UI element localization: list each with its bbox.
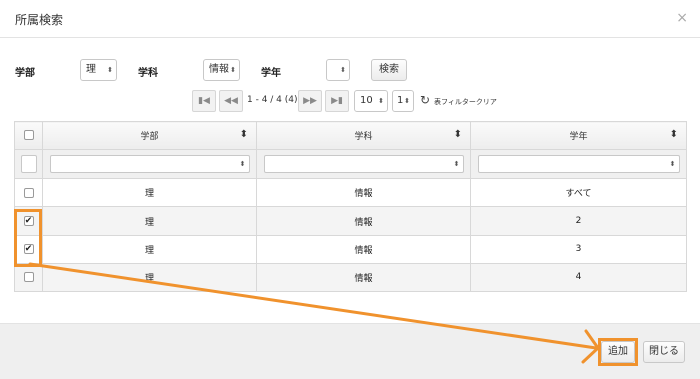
faculty-select[interactable]: 理 ⬍ bbox=[80, 59, 117, 81]
chevron-updown-icon: ⬍ bbox=[230, 66, 236, 74]
department-select-value: 情報 bbox=[209, 64, 229, 75]
chevron-updown-icon: ⬍ bbox=[453, 160, 460, 169]
search-dialog: 所属検索 × 学部 理 ⬍ 学科 情報 ⬍ 学年 ⬍ 検索 ▮◀ ◀◀ 1 - … bbox=[0, 0, 700, 379]
year-cell: すべて bbox=[470, 178, 687, 208]
select-all-cell bbox=[14, 120, 43, 151]
filter-cell: ⬍ bbox=[42, 149, 257, 180]
department-filter-select[interactable]: ⬍ bbox=[263, 155, 464, 174]
row-checkbox-checked[interactable]: ✔ bbox=[23, 215, 34, 226]
close-icon[interactable]: × bbox=[676, 11, 688, 25]
faculty-select-value: 理 bbox=[86, 64, 96, 75]
column-header-label: 学科 bbox=[354, 132, 373, 143]
dialog-footer bbox=[0, 323, 700, 379]
department-select[interactable]: 情報 ⬍ bbox=[203, 59, 240, 81]
row-select-cell: ✔ bbox=[14, 234, 43, 264]
page-size-value: 10 bbox=[360, 95, 373, 106]
table-row[interactable]: ✔ 理 情報 2 bbox=[14, 206, 687, 236]
faculty-label: 学部 bbox=[15, 68, 35, 79]
chevron-updown-icon: ⬍ bbox=[669, 160, 676, 169]
page-select[interactable]: 1 ⬍ bbox=[392, 90, 414, 112]
table-row[interactable]: 理 情報 4 bbox=[14, 262, 687, 293]
filter-cell: ⬍ bbox=[256, 149, 471, 180]
add-button[interactable]: 追加 bbox=[601, 341, 635, 363]
chevron-updown-icon: ⬍ bbox=[340, 66, 346, 74]
column-header-faculty[interactable]: 学部 ⬍ bbox=[42, 120, 257, 151]
year-cell: 4 bbox=[470, 262, 687, 293]
search-button[interactable]: 検索 bbox=[371, 59, 407, 81]
department-label: 学科 bbox=[138, 68, 158, 79]
faculty-filter-select[interactable]: ⬍ bbox=[49, 155, 250, 174]
column-header-label: 学年 bbox=[569, 132, 588, 143]
year-cell: 3 bbox=[470, 234, 687, 264]
page-size-select[interactable]: 10 ⬍ bbox=[354, 90, 388, 112]
department-cell: 情報 bbox=[256, 262, 471, 293]
sort-icon: ⬍ bbox=[239, 129, 248, 140]
table-row[interactable]: 理 情報 すべて bbox=[14, 178, 687, 208]
result-table: 学部 ⬍ 学科 ⬍ 学年 ⬍ ⬍ ⬍ ⬍ 理 情報 すべて ✔ 理 情報 2 ✔ 理 … bbox=[14, 120, 687, 293]
chevron-updown-icon: ⬍ bbox=[404, 97, 410, 105]
close-button[interactable]: 閉じる bbox=[643, 341, 685, 363]
page-value: 1 bbox=[397, 95, 404, 106]
row-checkbox[interactable] bbox=[23, 272, 34, 283]
dialog-title: 所属検索 bbox=[15, 13, 64, 27]
department-cell: 情報 bbox=[256, 206, 471, 236]
chevron-updown-icon: ⬍ bbox=[107, 66, 113, 74]
sort-icon: ⬍ bbox=[669, 129, 678, 140]
next-page-icon[interactable]: ▶▶ bbox=[298, 90, 322, 112]
first-page-icon[interactable]: ▮◀ bbox=[192, 90, 216, 112]
sort-icon: ⬍ bbox=[453, 129, 462, 140]
table-header-row: 学部 ⬍ 学科 ⬍ 学年 ⬍ bbox=[14, 120, 687, 151]
faculty-cell: 理 bbox=[42, 178, 257, 208]
department-cell: 情報 bbox=[256, 178, 471, 208]
chevron-updown-icon: ⬍ bbox=[378, 97, 384, 105]
year-cell: 2 bbox=[470, 206, 687, 236]
pager-info: 1 - 4 / 4 (4) bbox=[247, 95, 298, 105]
faculty-cell: 理 bbox=[42, 234, 257, 264]
dialog-header: 所属検索 × bbox=[0, 0, 700, 38]
row-select-cell bbox=[14, 262, 43, 293]
table-row[interactable]: ✔ 理 情報 3 bbox=[14, 234, 687, 264]
year-select[interactable]: ⬍ bbox=[326, 59, 350, 81]
faculty-cell: 理 bbox=[42, 206, 257, 236]
year-filter-select[interactable]: ⬍ bbox=[477, 155, 680, 174]
refresh-icon[interactable]: ↻ bbox=[420, 93, 430, 107]
column-header-label: 学部 bbox=[140, 132, 159, 143]
chevron-updown-icon: ⬍ bbox=[239, 160, 246, 169]
filter-cell bbox=[14, 149, 43, 180]
row-checkbox[interactable] bbox=[23, 187, 34, 198]
reset-filter-link[interactable]: 表フィルタークリア bbox=[434, 97, 497, 107]
filter-row: ⬍ ⬍ ⬍ bbox=[14, 149, 687, 180]
prev-page-icon[interactable]: ◀◀ bbox=[219, 90, 243, 112]
filter-cell: ⬍ bbox=[470, 149, 687, 180]
faculty-cell: 理 bbox=[42, 262, 257, 293]
row-select-cell: ✔ bbox=[14, 206, 43, 236]
filter-toggle[interactable] bbox=[20, 155, 37, 174]
year-label: 学年 bbox=[261, 68, 281, 79]
column-header-year[interactable]: 学年 ⬍ bbox=[470, 120, 687, 151]
department-cell: 情報 bbox=[256, 234, 471, 264]
last-page-icon[interactable]: ▶▮ bbox=[325, 90, 349, 112]
row-checkbox-checked[interactable]: ✔ bbox=[23, 243, 34, 254]
select-all-checkbox[interactable] bbox=[23, 130, 34, 141]
column-header-department[interactable]: 学科 ⬍ bbox=[256, 120, 471, 151]
row-select-cell bbox=[14, 178, 43, 208]
